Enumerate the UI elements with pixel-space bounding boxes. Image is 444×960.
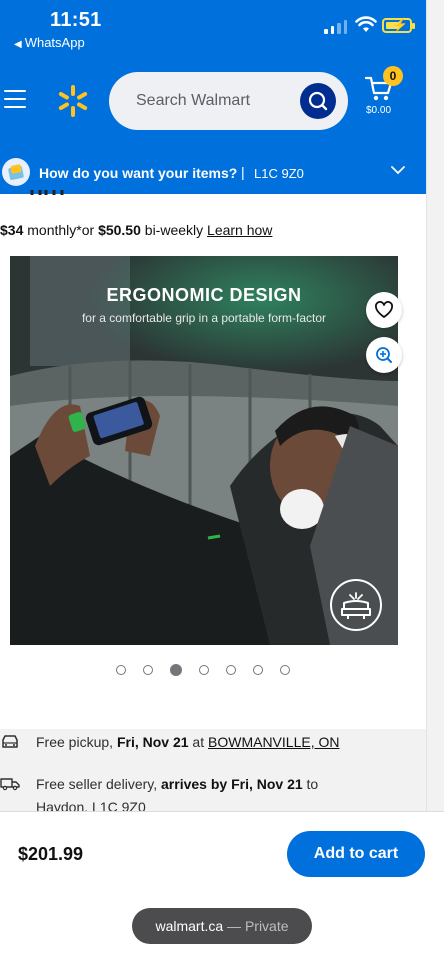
hero-subtitle: for a comfortable grip in a portable for… <box>81 311 327 325</box>
status-time: 11:51 <box>50 9 102 31</box>
monthly-amount: $34 <box>0 222 24 238</box>
fulfillment-separator: | <box>241 164 245 180</box>
carousel-indicators <box>116 664 290 676</box>
add-to-cart-button[interactable]: Add to cart <box>287 831 425 877</box>
delivery-arrival: arrives by Fri, Nov 21 <box>161 776 303 792</box>
browser-address-pill[interactable]: walmart.ca — Private <box>132 908 312 944</box>
postal-code: L1C 9Z0 <box>254 166 304 181</box>
search-icon <box>308 91 328 111</box>
delivery-location: Haydon, L1C 9Z0 <box>36 799 146 811</box>
search-placeholder: Search Walmart <box>136 92 251 109</box>
carousel-dot[interactable] <box>199 665 209 675</box>
back-app-label: WhatsApp <box>24 35 85 50</box>
status-bar: 11:51 ◀ WhatsApp ⚡ <box>0 0 444 60</box>
carousel-dot[interactable] <box>116 665 126 675</box>
carousel-dot[interactable] <box>226 665 236 675</box>
scrolled-text-remnant <box>30 186 70 195</box>
fulfillment-question: How do you want your items? <box>39 165 238 181</box>
chevron-down-icon <box>391 166 405 175</box>
walmart-spark-logo[interactable] <box>56 84 90 118</box>
couch-feature-icon <box>330 579 382 631</box>
hero-title: ERGONOMIC DESIGN <box>106 285 302 305</box>
delivery-prefix: Free seller delivery, <box>36 776 162 792</box>
cellular-signal-icon <box>324 20 347 34</box>
biweekly-text: bi-weekly <box>140 222 208 238</box>
product-image[interactable]: ERGONOMIC DESIGN for a comfortable grip … <box>10 256 398 645</box>
search-input[interactable]: Search Walmart <box>109 72 348 130</box>
browser-mode: Private <box>244 918 289 934</box>
back-to-app-link[interactable]: ◀ WhatsApp <box>14 35 85 50</box>
monthly-text: monthly*or <box>23 222 99 238</box>
delivery-to: to <box>302 776 319 792</box>
carousel-dot[interactable] <box>253 665 263 675</box>
cart-total: $0.00 <box>366 105 392 116</box>
biweekly-amount: $50.50 <box>98 222 141 238</box>
search-button[interactable] <box>300 83 336 119</box>
pickup-prefix: Free pickup, <box>36 734 117 750</box>
zoom-in-icon <box>376 347 392 363</box>
product-price: $201.99 <box>18 844 84 864</box>
cart-button[interactable]: 0 $0.00 <box>362 66 408 124</box>
learn-how-link[interactable]: Learn how <box>207 222 272 238</box>
carousel-dot[interactable] <box>280 665 290 675</box>
pickup-at: at <box>188 734 208 750</box>
menu-icon[interactable] <box>4 90 26 114</box>
battery-charging-icon: ⚡ <box>382 17 415 33</box>
carousel-dot-active[interactable] <box>170 664 182 676</box>
cart-count-badge: 0 <box>383 66 403 86</box>
sticky-purchase-bar: $201.99 Add to cart walmart.ca — Private <box>0 811 444 960</box>
wifi-icon <box>355 16 377 32</box>
browser-domain: walmart.ca <box>155 918 224 934</box>
financing-line: $34 monthly*or $50.50 bi-weekly Learn ho… <box>0 222 272 238</box>
add-to-favorites-button[interactable] <box>366 292 402 328</box>
pickup-date: Fri, Nov 21 <box>116 734 189 750</box>
delivery-options-icon <box>2 158 30 186</box>
carousel-dot[interactable] <box>143 665 153 675</box>
zoom-image-button[interactable] <box>366 337 402 373</box>
browser-dash: — <box>223 918 245 934</box>
pickup-store-link[interactable]: BOWMANVILLE, ON <box>208 734 339 750</box>
heart-icon <box>375 301 393 318</box>
car-icon <box>2 735 18 748</box>
back-arrow-icon: ◀ <box>14 39 22 50</box>
delivery-truck-icon <box>0 778 20 791</box>
